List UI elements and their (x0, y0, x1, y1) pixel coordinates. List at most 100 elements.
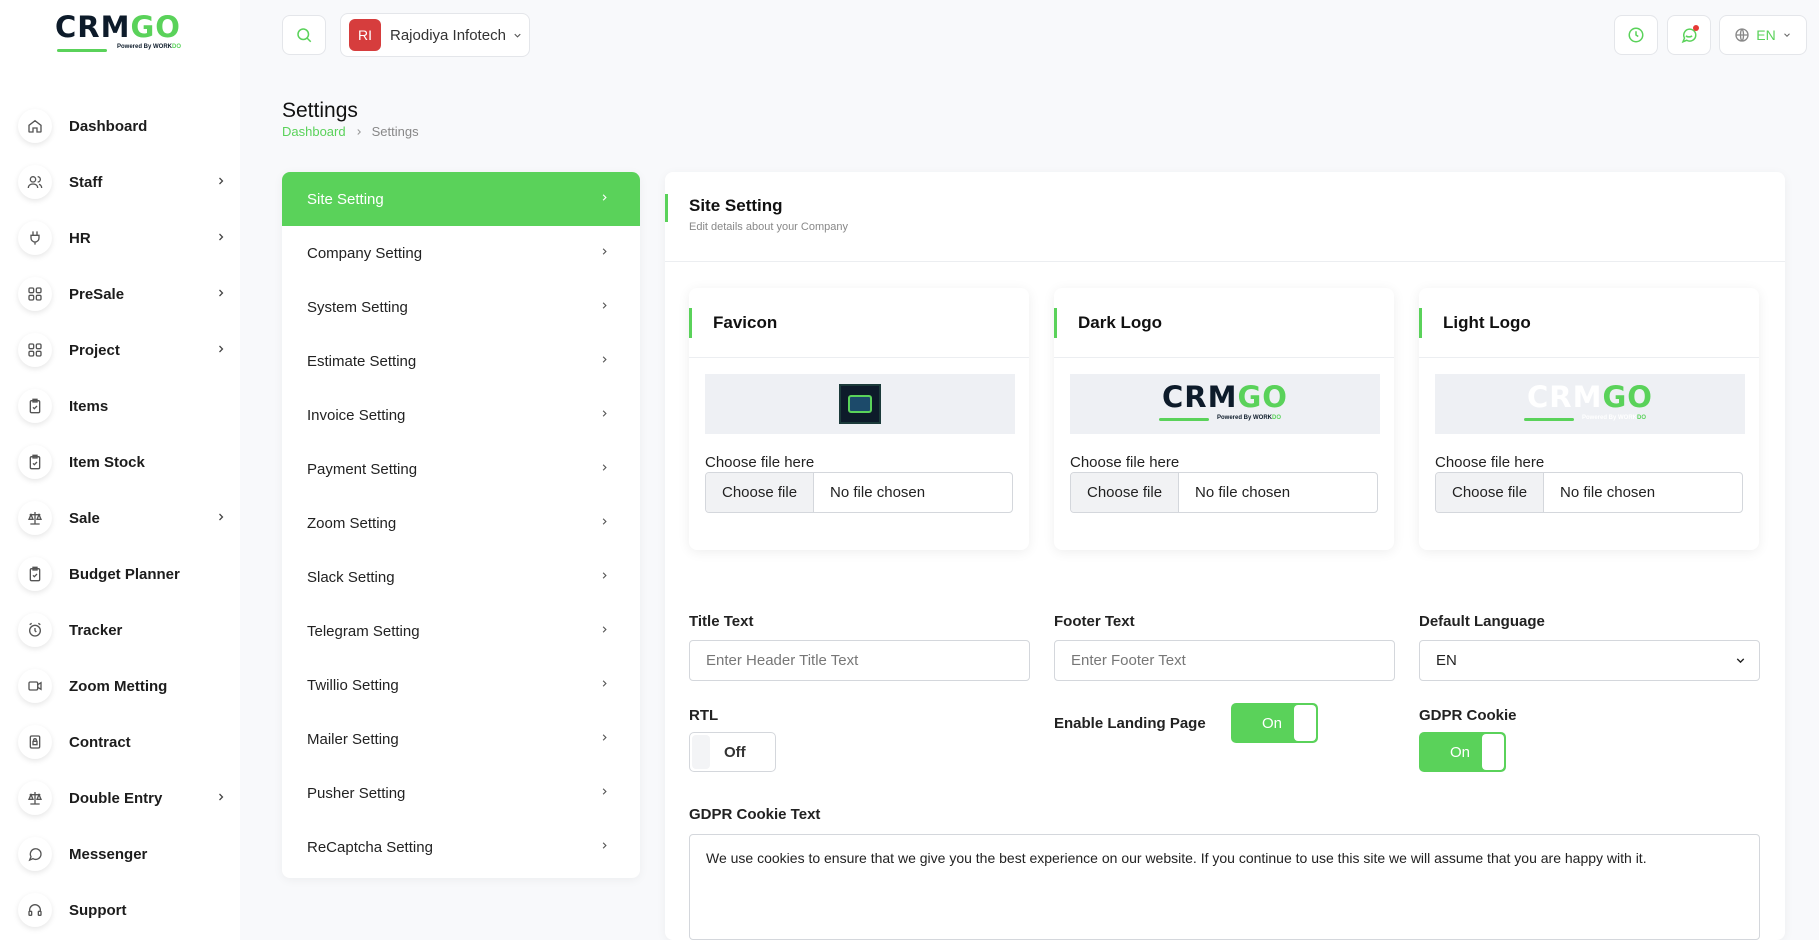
chevron-down-icon (1734, 654, 1747, 667)
breadcrumb-home-link[interactable]: Dashboard (282, 124, 346, 139)
toggle-state: Off (724, 744, 746, 761)
toggle-knob (692, 735, 710, 769)
sidebar-item-support[interactable]: Support (18, 882, 233, 938)
settings-menu-item-telegram[interactable]: Telegram Setting (282, 604, 640, 658)
company-switcher[interactable]: RI Rajodiya Infotech (340, 13, 530, 57)
brand-wordmark: CRMGO (55, 10, 181, 44)
panel-title: Site Setting (689, 196, 783, 215)
sidebar-item-item-stock[interactable]: Item Stock (18, 434, 233, 490)
favicon-file-input[interactable]: Choose file No file chosen (705, 472, 1013, 513)
title-text-label: Title Text (689, 613, 754, 630)
sidebar-item-messenger[interactable]: Messenger (18, 826, 233, 882)
sidebar-item-label: Project (69, 341, 120, 359)
settings-menu-item-estimate[interactable]: Estimate Setting (282, 334, 640, 388)
sidebar-item-label: HR (69, 229, 91, 247)
choose-file-button[interactable]: Choose file (1071, 473, 1180, 512)
sidebar-item-zoom-metting[interactable]: Zoom Metting (18, 658, 233, 714)
header-accent-bar (1419, 308, 1422, 338)
settings-menu-item-system[interactable]: System Setting (282, 280, 640, 334)
dark-logo-card: Dark Logo CRMGO Powered By WORKDO Choose… (1054, 288, 1394, 550)
sidebar-item-label: Messenger (69, 845, 148, 863)
chevron-right-icon (215, 287, 227, 299)
language-code: EN (1756, 27, 1776, 43)
sidebar-item-items[interactable]: Items (18, 378, 233, 434)
sidebar-item-staff[interactable]: Staff (18, 154, 233, 210)
brand-logo[interactable]: CRMGO Powered By WORKDO (55, 12, 195, 54)
sidebar: CRMGO Powered By WORKDO Dashboard Staff … (0, 0, 240, 940)
chevron-right-icon (599, 462, 610, 473)
toggle-knob (1482, 734, 1504, 770)
settings-menu-item-mailer[interactable]: Mailer Setting (282, 712, 640, 766)
landing-page-toggle[interactable]: On (1231, 703, 1318, 743)
sidebar-item-dashboard[interactable]: Dashboard (18, 98, 233, 154)
choose-file-button[interactable]: Choose file (706, 473, 815, 512)
default-language-select[interactable]: EN (1419, 640, 1760, 681)
scale-icon (18, 781, 52, 815)
footer-text-input[interactable]: Enter Footer Text (1054, 640, 1395, 681)
search-icon (295, 26, 313, 44)
settings-menu-item-invoice[interactable]: Invoice Setting (282, 388, 640, 442)
dark-logo-image: CRMGO Powered By WORKDO (1155, 382, 1295, 426)
settings-menu-item-company[interactable]: Company Setting (282, 226, 640, 280)
sidebar-item-double-entry[interactable]: Double Entry (18, 770, 233, 826)
landing-page-label: Enable Landing Page (1054, 715, 1206, 732)
gdpr-cookie-label: GDPR Cookie (1419, 707, 1517, 724)
settings-menu-item-pusher[interactable]: Pusher Setting (282, 766, 640, 820)
plug-icon (18, 221, 52, 255)
sidebar-item-budget-planner[interactable]: Budget Planner (18, 546, 233, 602)
rtl-toggle[interactable]: Off (689, 732, 776, 772)
globe-icon (1734, 27, 1750, 43)
language-dropdown[interactable]: EN (1719, 15, 1807, 55)
light-logo-preview: CRMGO Powered By WORKDO (1435, 374, 1745, 434)
light-logo-file-input[interactable]: Choose file No file chosen (1435, 472, 1743, 513)
sidebar-item-label: Contract (69, 733, 131, 751)
settings-menu-item-recaptcha[interactable]: ReCaptcha Setting (282, 820, 640, 874)
chevron-right-icon (599, 732, 610, 743)
sidebar-item-project[interactable]: Project (18, 322, 233, 378)
light-logo-image: CRMGO Powered By WORKDO (1520, 382, 1660, 426)
settings-menu-item-payment[interactable]: Payment Setting (282, 442, 640, 496)
sidebar-item-tracker[interactable]: Tracker (18, 602, 233, 658)
sidebar-item-label: PreSale (69, 285, 125, 303)
headset-icon (18, 893, 52, 927)
search-button[interactable] (282, 15, 326, 55)
file-label: Choose file here (705, 454, 815, 471)
chevron-right-icon (599, 408, 610, 419)
card-header: Light Logo (1419, 288, 1759, 358)
choose-file-button[interactable]: Choose file (1436, 473, 1545, 512)
chevron-right-icon (599, 300, 610, 311)
chevron-down-icon (1782, 30, 1792, 40)
sidebar-item-label: Budget Planner (69, 565, 180, 583)
company-name: Rajodiya Infotech (390, 26, 506, 44)
chevron-right-icon (599, 516, 610, 527)
settings-menu-item-slack[interactable]: Slack Setting (282, 550, 640, 604)
timer-button[interactable] (1614, 15, 1658, 55)
chevron-right-icon (599, 624, 610, 635)
file-label: Choose file here (1435, 454, 1545, 471)
settings-menu-item-site[interactable]: Site Setting (282, 172, 640, 226)
file-label: Choose file here (1070, 454, 1180, 471)
toggle-state: On (1450, 744, 1471, 761)
sidebar-item-label: Staff (69, 173, 103, 191)
grid-icon (18, 277, 52, 311)
chevron-right-icon (599, 570, 610, 581)
clipboard-check-icon (18, 445, 52, 479)
sidebar-item-contract[interactable]: Contract (18, 714, 233, 770)
sidebar-item-label: Items (69, 397, 109, 415)
messages-button[interactable] (1667, 15, 1711, 55)
sidebar-item-sale[interactable]: Sale (18, 490, 233, 546)
panel-subtitle: Edit details about your Company (689, 221, 848, 233)
settings-menu-item-twillio[interactable]: Twillio Setting (282, 658, 640, 712)
gdpr-cookie-textarea[interactable]: We use cookies to ensure that we give yo… (689, 834, 1760, 940)
chevron-right-icon (354, 127, 364, 137)
card-title: Dark Logo (1078, 313, 1163, 332)
sidebar-item-hr[interactable]: HR (18, 210, 233, 266)
dark-logo-file-input[interactable]: Choose file No file chosen (1070, 472, 1378, 513)
title-text-input[interactable]: Enter Header Title Text (689, 640, 1030, 681)
sidebar-item-label: Zoom Metting (69, 677, 168, 695)
gdpr-cookie-toggle[interactable]: On (1419, 732, 1506, 772)
card-title: Favicon (713, 313, 778, 332)
settings-menu-item-zoom[interactable]: Zoom Setting (282, 496, 640, 550)
settings-menu: Site Setting Company Setting System Sett… (282, 172, 640, 878)
sidebar-item-presale[interactable]: PreSale (18, 266, 233, 322)
